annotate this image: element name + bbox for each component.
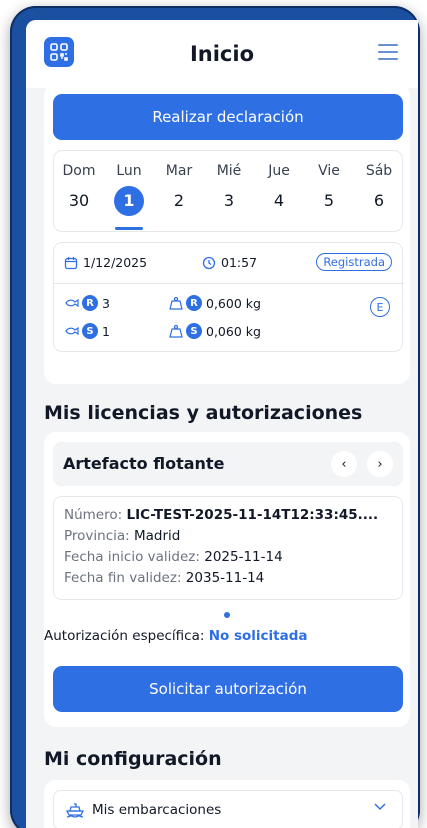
divider [54, 283, 404, 284]
retained-badge: R [186, 295, 202, 311]
license-number: Número: LIC-TEST-2025-11-14T12:33:45.... [64, 507, 379, 523]
weight-icon [169, 296, 183, 310]
day-thu[interactable]: Jue 4 [256, 163, 302, 216]
page-title: Inicio [189, 42, 255, 66]
license-card: Artefacto flotante ‹ › Número: LIC-TEST-… [44, 432, 410, 727]
license-type: Artefacto flotante [63, 454, 225, 473]
status-badge: Registrada [316, 253, 392, 271]
released-weight: S 0,060 kg [169, 323, 261, 339]
declaration-card: Realizar declaración Dom 30 Lun 1 Mar 2 … [44, 84, 410, 384]
declaration-summary[interactable]: 1/12/2025 01:57 Registrada R 3 R 0,600 k… [53, 242, 404, 352]
day-number: 5 [323, 191, 335, 210]
declare-button[interactable]: Realizar declaración [53, 94, 403, 140]
date-text: 1/12/2025 [83, 255, 148, 270]
chevron-left-icon[interactable]: ‹ [331, 451, 357, 477]
day-number: 2 [173, 191, 185, 210]
boats-dropdown[interactable]: Mis embarcaciones [53, 790, 403, 828]
authorization-status: No solicitada [208, 628, 308, 644]
day-number: 30 [68, 191, 90, 210]
request-authorization-button[interactable]: Solicitar autorización [53, 666, 403, 712]
day-number: 3 [223, 191, 235, 210]
released-badge: S [186, 323, 202, 339]
day-sat[interactable]: Sáb 6 [356, 163, 402, 216]
day-name: Dom [62, 163, 96, 179]
time-text: 01:57 [221, 255, 258, 270]
day-name: Lun [116, 163, 142, 179]
start-date-value: 2025-11-14 [204, 549, 283, 565]
qr-logo-icon[interactable] [44, 37, 74, 67]
calendar-icon [64, 256, 78, 270]
clock-icon [202, 256, 216, 270]
retained-count-text: 3 [102, 295, 110, 311]
day-name: Vie [318, 163, 340, 179]
hamburger-menu-icon[interactable] [378, 44, 398, 60]
chevron-right-icon[interactable]: › [367, 451, 393, 477]
licenses-section-title: Mis licencias y autorizaciones [44, 402, 363, 424]
license-number-value: LIC-TEST-2025-11-14T12:33:45.... [126, 507, 379, 523]
day-number: 1 [114, 186, 144, 216]
retained-fish-count: R 3 [64, 295, 110, 311]
app-header: Inicio [26, 20, 418, 88]
released-count-text: 1 [102, 323, 110, 339]
chevron-down-icon [374, 803, 386, 811]
released-fish-count: S 1 [64, 323, 110, 339]
declaration-date: 1/12/2025 [64, 255, 147, 270]
province-value: Madrid [134, 528, 181, 544]
retained-weight: R 0,600 kg [169, 295, 261, 311]
export-badge[interactable]: E [370, 297, 390, 317]
license-end-date: Fecha fin validez: 2035-11-14 [64, 570, 265, 586]
day-mon-selected[interactable]: Lun 1 [106, 163, 152, 216]
config-card: Mis embarcaciones [44, 780, 410, 828]
license-details: Número: LIC-TEST-2025-11-14T12:33:45....… [53, 496, 403, 600]
day-number: 4 [273, 191, 285, 210]
day-sun[interactable]: Dom 30 [56, 163, 102, 216]
day-number: 6 [373, 191, 385, 210]
license-start-date: Fecha inicio validez: 2025-11-14 [64, 549, 283, 565]
day-fri[interactable]: Vie 5 [306, 163, 352, 216]
day-name: Jue [268, 163, 290, 179]
day-name: Mié [216, 163, 242, 179]
end-date-value: 2035-11-14 [185, 570, 265, 586]
released-weight-text: 0,060 kg [206, 323, 261, 339]
specific-authorization: Autorización específica: No solicitada [44, 628, 308, 644]
day-wed[interactable]: Mié 3 [206, 163, 252, 216]
fish-icon [64, 325, 80, 337]
license-province: Provincia: Madrid [64, 528, 181, 544]
day-name: Sáb [365, 163, 393, 179]
carousel-dot[interactable] [224, 612, 230, 618]
app-screen: Inicio Realizar declaración Dom 30 Lun 1… [26, 20, 418, 828]
week-calendar: Dom 30 Lun 1 Mar 2 Mié 3 Jue 4 Vie 5 Sáb… [53, 150, 403, 232]
selected-day-indicator [115, 227, 143, 230]
boat-icon [66, 802, 84, 818]
fish-icon [64, 297, 80, 309]
config-section-title: Mi configuración [44, 748, 222, 770]
weight-icon [169, 324, 183, 338]
retained-badge: R [82, 295, 98, 311]
day-name: Mar [165, 163, 193, 179]
boats-label: Mis embarcaciones [92, 802, 222, 818]
retained-weight-text: 0,600 kg [206, 295, 261, 311]
released-badge: S [82, 323, 98, 339]
day-tue[interactable]: Mar 2 [156, 163, 202, 216]
license-header: Artefacto flotante ‹ › [53, 442, 403, 486]
declaration-time: 01:57 [202, 255, 257, 270]
